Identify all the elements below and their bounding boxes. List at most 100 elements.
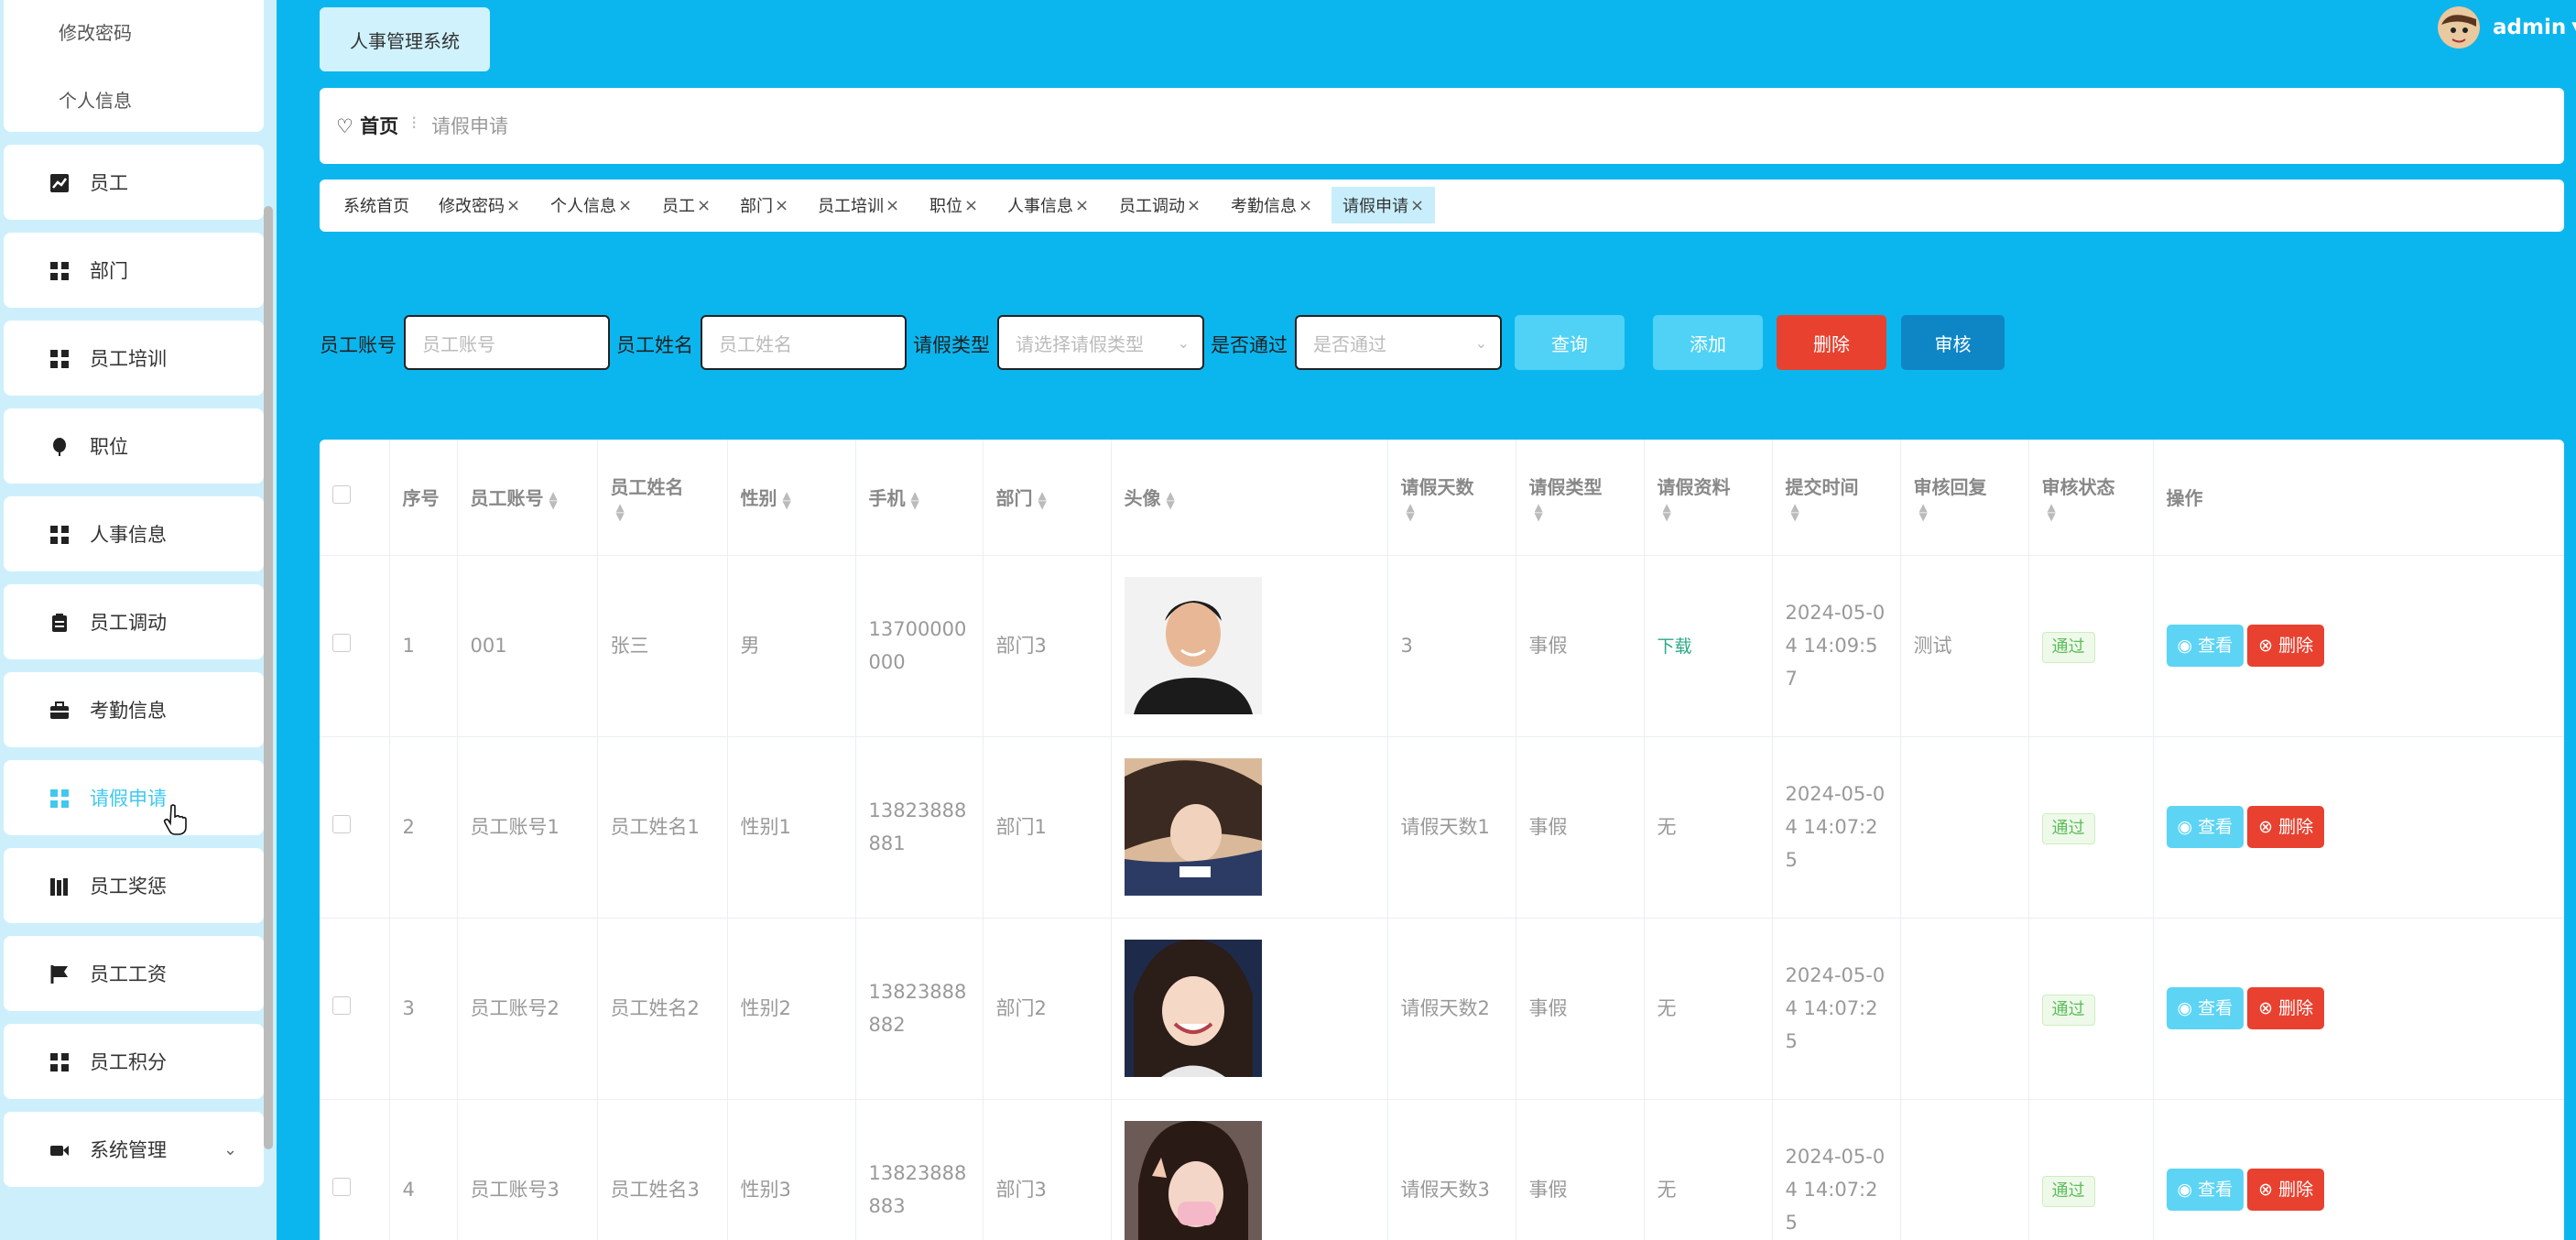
breadcrumb-home[interactable]: ♡ 首页 xyxy=(336,112,398,139)
close-icon[interactable]: × xyxy=(1075,196,1089,215)
user-menu[interactable]: admin ▼ xyxy=(2438,4,2576,51)
sidebar-item-attendance[interactable]: 考勤信息 xyxy=(4,672,264,747)
view-button[interactable]: ◉ 查看 xyxy=(2166,987,2244,1029)
pass-placeholder: 是否通过 xyxy=(1313,332,1386,355)
sidebar-item-system[interactable]: 系统管理 ⌄ xyxy=(4,1112,264,1187)
row-checkbox[interactable] xyxy=(332,634,351,652)
row-checkbox[interactable] xyxy=(332,1178,351,1196)
tab-home[interactable]: 系统首页 xyxy=(343,189,409,222)
sidebar-item-position[interactable]: 职位 xyxy=(4,408,264,484)
sidebar-subitem-profile[interactable]: 个人信息 xyxy=(59,86,132,113)
tab-hr-info[interactable]: 人事信息 × xyxy=(1007,189,1089,222)
grid-icon xyxy=(50,350,69,368)
sidebar-subitem-change-password[interactable]: 修改密码 xyxy=(59,18,132,45)
sidebar-item-training[interactable]: 员工培训 xyxy=(4,321,264,396)
row-checkbox[interactable] xyxy=(332,815,351,833)
tab-profile[interactable]: 个人信息 × xyxy=(550,189,632,222)
close-icon[interactable]: × xyxy=(1187,196,1201,215)
col-header[interactable]: 头像 ▲ ▼ xyxy=(1111,440,1388,556)
sidebar-item-employee[interactable]: 员工 xyxy=(4,145,264,220)
tab-transfer[interactable]: 员工调动 × xyxy=(1119,189,1201,222)
sort-icon[interactable]: ▲ ▼ xyxy=(783,490,791,510)
account-input[interactable]: 员工账号 xyxy=(404,315,610,370)
sidebar-item-leave[interactable]: 请假申请 xyxy=(4,760,264,835)
col-header[interactable]: 性别 ▲ ▼ xyxy=(727,440,856,556)
employee-photo[interactable] xyxy=(1124,577,1262,714)
employee-photo[interactable] xyxy=(1124,758,1262,896)
add-button[interactable]: 添加 xyxy=(1653,315,1763,370)
sort-icon[interactable]: ▲ ▼ xyxy=(2048,502,2056,522)
row-delete-button[interactable]: ⊗ 删除 xyxy=(2247,625,2325,667)
sort-icon[interactable]: ▲ ▼ xyxy=(1791,502,1799,522)
employee-photo[interactable] xyxy=(1124,940,1262,1077)
sort-icon[interactable]: ▲ ▼ xyxy=(549,490,558,510)
tab-employee[interactable]: 员工 × xyxy=(662,189,711,222)
close-icon[interactable]: × xyxy=(506,196,520,215)
close-icon[interactable]: × xyxy=(775,196,788,215)
cell-name: 员工姓名1 xyxy=(597,736,728,919)
pass-select[interactable]: 是否通过 ⌄ xyxy=(1295,315,1502,370)
tab-position[interactable]: 职位 × xyxy=(929,189,978,222)
close-icon[interactable]: × xyxy=(964,196,978,215)
download-link[interactable]: 下载 xyxy=(1658,636,1692,657)
col-header[interactable]: 审核回复 ▲ ▼ xyxy=(1900,440,2029,556)
row-delete-button[interactable]: ⊗ 删除 xyxy=(2247,806,2325,848)
row-select-cell xyxy=(320,555,390,737)
name-input[interactable]: 员工姓名 xyxy=(701,315,907,370)
col-header[interactable]: 手机 ▲ ▼ xyxy=(855,440,984,556)
audit-button[interactable]: 审核 xyxy=(1901,315,2005,370)
view-button[interactable]: ◉ 查看 xyxy=(2166,625,2244,667)
close-icon[interactable]: × xyxy=(1410,196,1424,215)
close-circle-icon: ⊗ xyxy=(2258,817,2279,837)
view-button[interactable]: ◉ 查看 xyxy=(2166,1169,2244,1211)
sort-icon[interactable]: ▲ ▼ xyxy=(1663,502,1671,522)
col-header[interactable]: 请假类型 ▲ ▼ xyxy=(1516,440,1645,556)
sort-icon[interactable]: ▲ ▼ xyxy=(616,502,625,522)
close-icon[interactable]: × xyxy=(886,196,899,215)
col-header[interactable]: 部门 ▲ ▼ xyxy=(983,440,1112,556)
sidebar-item-salary[interactable]: 员工工资 xyxy=(4,936,264,1011)
query-button[interactable]: 查询 xyxy=(1515,315,1625,370)
sidebar-item-transfer[interactable]: 员工调动 xyxy=(4,584,264,659)
col-header[interactable]: 员工账号 ▲ ▼ xyxy=(457,440,598,556)
employee-photo[interactable] xyxy=(1124,1121,1262,1240)
col-label: 审核状态 xyxy=(2041,476,2115,499)
sidebar-item-reward[interactable]: 员工奖惩 xyxy=(4,848,264,923)
sort-icon[interactable]: ▲ ▼ xyxy=(911,490,919,510)
sort-icon[interactable]: ▲ ▼ xyxy=(1167,490,1175,510)
cell-account: 员工账号1 xyxy=(457,736,598,919)
tab-department[interactable]: 部门 × xyxy=(740,189,788,222)
col-header[interactable]: 请假天数 ▲ ▼ xyxy=(1387,440,1516,556)
tab-attendance[interactable]: 考勤信息 × xyxy=(1231,189,1312,222)
col-header[interactable]: 请假资料 ▲ ▼ xyxy=(1644,440,1773,556)
sort-icon[interactable]: ▲ ▼ xyxy=(1919,502,1928,522)
col-header[interactable]: 员工姓名 ▲ ▼ xyxy=(597,440,728,556)
col-header[interactable]: 提交时间 ▲ ▼ xyxy=(1772,440,1901,556)
col-header[interactable]: 审核状态 ▲ ▼ xyxy=(2028,440,2154,556)
sidebar-item-points[interactable]: 员工积分 xyxy=(4,1024,264,1099)
close-icon[interactable]: × xyxy=(697,196,711,215)
row-delete-button[interactable]: ⊗ 删除 xyxy=(2247,1169,2325,1211)
sidebar-item-hr-info[interactable]: 人事信息 xyxy=(4,496,264,571)
tab-change-password[interactable]: 修改密码 × xyxy=(439,189,520,222)
cell-photo xyxy=(1111,1099,1388,1240)
row-checkbox[interactable] xyxy=(332,996,351,1015)
sidebar-item-department[interactable]: 部门 xyxy=(4,233,264,308)
row-delete-button[interactable]: ⊗ 删除 xyxy=(2247,987,2325,1029)
view-label: 查看 xyxy=(2198,998,2234,1018)
sort-icon[interactable]: ▲ ▼ xyxy=(1407,502,1415,522)
system-title-tab[interactable]: 人事管理系统 xyxy=(320,7,490,71)
close-icon[interactable]: × xyxy=(1299,196,1312,215)
leave-type-select[interactable]: 请选择请假类型 ⌄ xyxy=(997,315,1204,370)
delete-label: 删除 xyxy=(2278,998,2314,1018)
chevron-down-icon[interactable]: ⌄ xyxy=(223,1140,237,1159)
tab-training[interactable]: 员工培训 × xyxy=(818,189,899,222)
tab-leave[interactable]: 请假申请 × xyxy=(1331,187,1436,223)
close-icon[interactable]: × xyxy=(618,196,632,215)
sort-icon[interactable]: ▲ ▼ xyxy=(1038,490,1047,510)
sidebar-scrollbar[interactable] xyxy=(264,206,273,1149)
sort-icon[interactable]: ▲ ▼ xyxy=(1535,502,1543,522)
delete-button[interactable]: 删除 xyxy=(1777,315,1886,370)
select-all-checkbox[interactable] xyxy=(332,485,351,505)
view-button[interactable]: ◉ 查看 xyxy=(2166,806,2244,848)
